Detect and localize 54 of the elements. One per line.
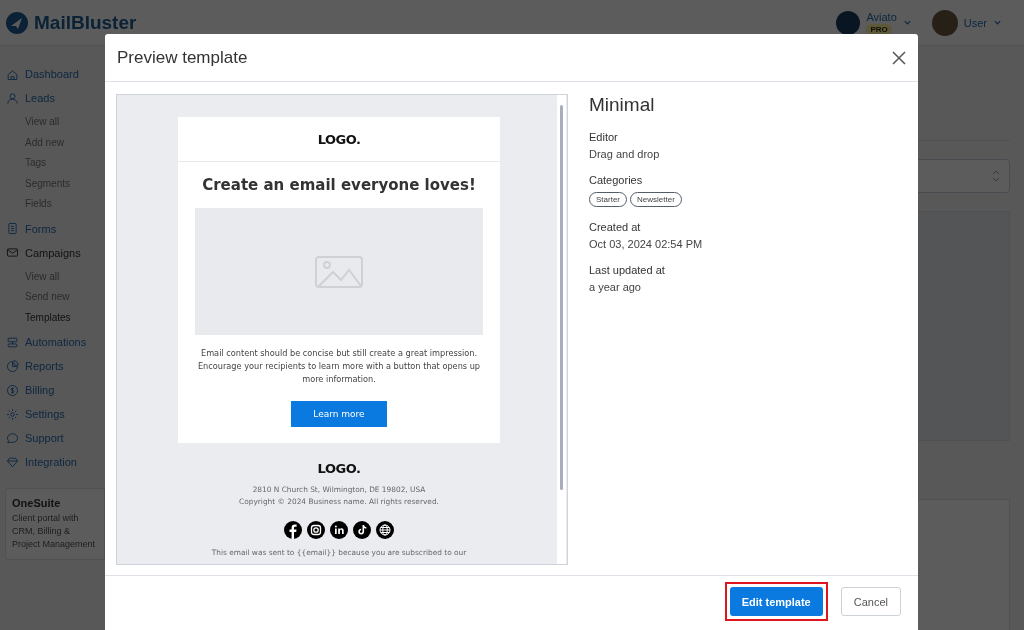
user-name[interactable]: User [963, 16, 987, 29]
plan-badge: PRO [866, 23, 892, 35]
sidebar-item[interactable]: Automations [6, 332, 105, 352]
automation-icon [6, 335, 19, 349]
cancel-button[interactable]: Cancel [840, 587, 901, 616]
email-body-text: Email content should be concise but still create a great impression. Encourage your recipients to learn more with a button that opens up more information. [196, 347, 482, 386]
user-icon [6, 91, 19, 105]
logo-icon [6, 11, 28, 34]
scrollbar[interactable] [557, 95, 566, 564]
facebook-icon[interactable] [284, 521, 302, 539]
template-name: Minimal [589, 94, 656, 116]
settings-icon [6, 407, 19, 421]
field-label: Last updated at [589, 264, 666, 276]
account-name[interactable]: Aviato [866, 10, 897, 23]
sidebar-item[interactable]: Dashboard [6, 64, 105, 84]
field-label: Editor [589, 131, 619, 143]
sidebar-subitem[interactable]: Templates [25, 307, 105, 328]
field-value: a year ago [589, 281, 642, 293]
sidebar-item[interactable]: Integration [6, 452, 105, 472]
sort-icon [991, 169, 1001, 183]
edit-template-button[interactable]: Edit template [729, 587, 823, 616]
sidebar-item[interactable]: Settings [6, 404, 105, 424]
sidebar-item[interactable]: Campaigns [6, 242, 105, 263]
mail-icon [6, 246, 19, 259]
email-heading: Create an email everyone loves! [202, 176, 476, 194]
sidebar-item[interactable]: Billing [6, 380, 105, 400]
app-logo[interactable]: MailBluster [34, 11, 137, 34]
field-value: Oct 03, 2024 02:54 PM [589, 238, 703, 250]
field-label: Categories [589, 174, 644, 186]
image-icon [315, 255, 363, 288]
footer-logo: LOGO. [317, 461, 361, 476]
globe-icon[interactable] [376, 521, 394, 539]
field-value: Drag and drop [589, 148, 661, 160]
learn-more-button[interactable]: Learn more [291, 401, 387, 427]
pie-chart-icon [6, 359, 19, 373]
sidebar-item[interactable]: Leads [6, 88, 105, 108]
linkedin-icon[interactable] [330, 521, 348, 539]
field-label: Created at [589, 221, 642, 233]
modal-title: Preview template [117, 47, 249, 68]
promo-title: OneSuite [12, 497, 62, 509]
sidebar-item[interactable]: Support [6, 428, 105, 448]
sidebar-item[interactable]: Reports [6, 356, 105, 376]
home-icon [6, 67, 19, 81]
instagram-icon[interactable] [307, 521, 325, 539]
sidebar-item[interactable]: Forms [6, 218, 105, 239]
form-icon [6, 222, 19, 235]
diamond-icon [6, 455, 19, 469]
close-icon[interactable] [892, 50, 906, 65]
dollar-icon [6, 383, 19, 397]
email-logo: LOGO. [317, 131, 361, 147]
chat-icon [6, 431, 19, 445]
user-avatar[interactable] [931, 9, 958, 36]
account-avatar[interactable] [836, 10, 861, 35]
tiktok-icon[interactable] [353, 521, 371, 539]
